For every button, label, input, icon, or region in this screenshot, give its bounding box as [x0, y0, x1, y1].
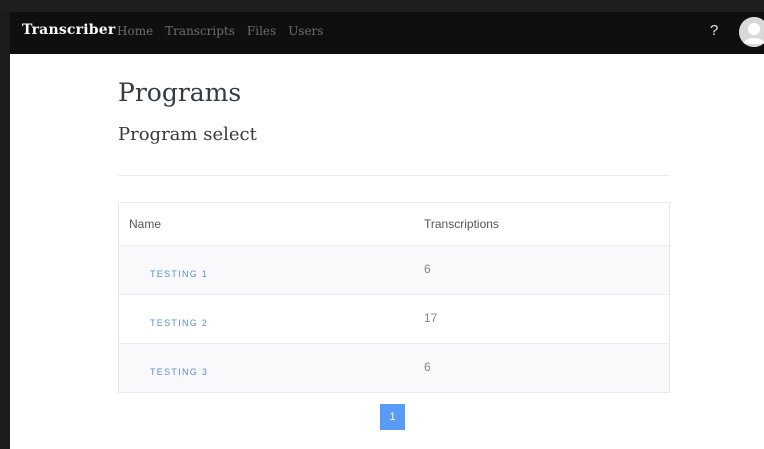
nav-links: Home Transcripts Files Users	[117, 24, 323, 38]
nav-link-transcripts[interactable]: Transcripts	[165, 24, 235, 38]
program-link[interactable]: TESTING 3	[150, 367, 208, 377]
avatar[interactable]	[739, 17, 764, 47]
column-header-name: Name	[129, 217, 162, 231]
page-title: Programs	[118, 78, 242, 107]
transcriptions-count: 17	[424, 295, 669, 343]
window-top-strip	[0, 0, 764, 12]
table-row: TESTING 1 6	[119, 245, 669, 294]
pagination-page-button[interactable]: 1	[380, 404, 405, 430]
user-avatar-icon	[739, 17, 764, 47]
main-content: Programs Program select Name Transcripti…	[10, 54, 764, 449]
program-link[interactable]: TESTING 1	[150, 269, 208, 279]
transcriptions-count: 6	[424, 360, 431, 374]
program-name-cell: TESTING 3	[119, 344, 424, 392]
nav-link-home[interactable]: Home	[117, 24, 153, 38]
nav-link-files[interactable]: Files	[247, 24, 276, 38]
brand-logo[interactable]: Transcriber	[22, 22, 115, 38]
table-header-row: Name Transcriptions	[119, 203, 669, 245]
column-header-transcriptions: Transcriptions	[424, 217, 499, 231]
help-button[interactable]: ?	[710, 22, 718, 39]
table-row: TESTING 3 6	[119, 343, 669, 392]
program-link[interactable]: TESTING 2	[150, 318, 208, 328]
program-name-cell: TESTING 2	[119, 295, 424, 343]
divider	[118, 175, 670, 176]
transcriptions-count: 6	[424, 262, 431, 276]
programs-table: Name Transcriptions TESTING 1 6 TESTING …	[118, 202, 670, 393]
program-name-cell: TESTING 1	[119, 246, 424, 294]
nav-link-users[interactable]: Users	[288, 24, 323, 38]
table-row: TESTING 2 17	[119, 294, 669, 343]
page-subtitle: Program select	[118, 124, 257, 145]
navbar: Transcriber Home Transcripts Files Users…	[10, 12, 764, 54]
